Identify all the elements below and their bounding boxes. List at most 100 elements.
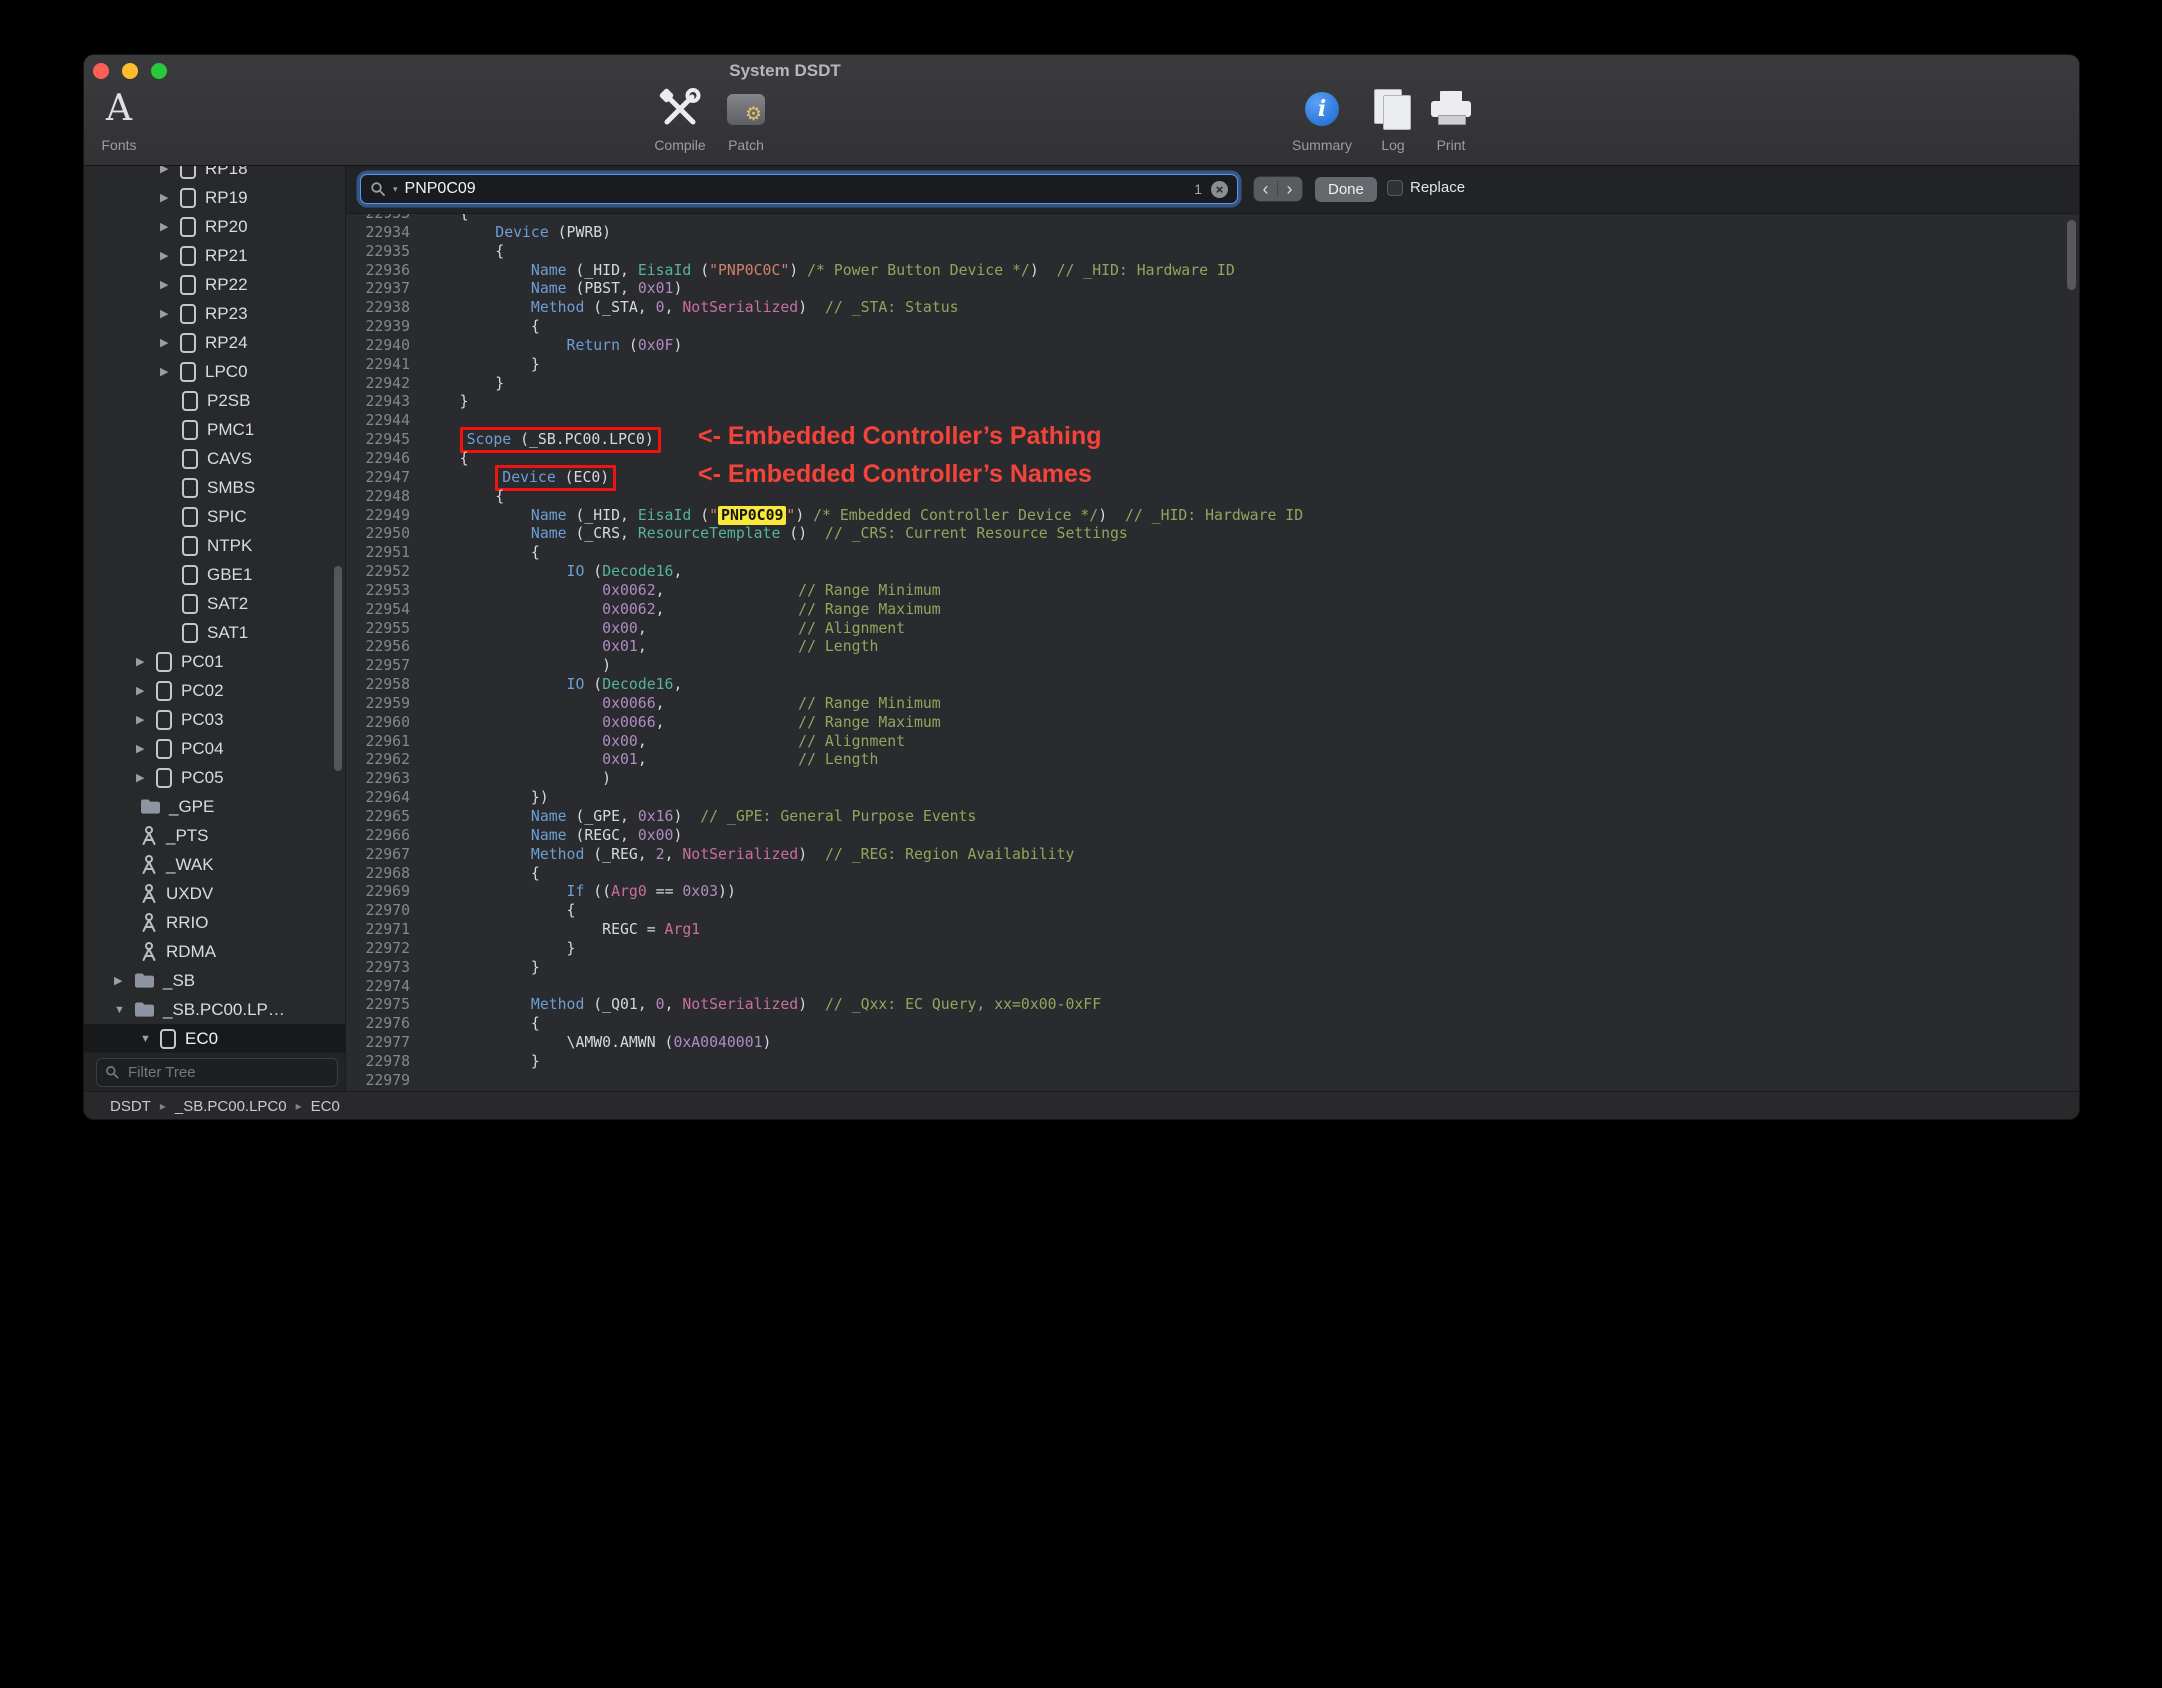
window-title: System DSDT — [729, 61, 841, 80]
chevron-right-icon[interactable]: ▶ — [136, 742, 156, 755]
search-icon — [371, 182, 385, 196]
search-menu-chevron-icon[interactable]: ▾ — [393, 184, 398, 195]
toolbar-label: Fonts — [101, 137, 137, 153]
folder-icon — [135, 1002, 154, 1017]
chevron-down-icon[interactable]: ▼ — [140, 1033, 160, 1045]
chevron-right-icon[interactable]: ▶ — [136, 713, 156, 726]
titlebar[interactable]: System DSDT A Fonts Compile ⚙ Patch i Su… — [84, 55, 2079, 166]
sidebar-item-rrio[interactable]: RRIO — [84, 908, 345, 937]
done-button[interactable]: Done — [1315, 177, 1377, 202]
sidebar-item-pc03[interactable]: ▶ PC03 — [84, 705, 345, 734]
sidebar-item-label: CAVS — [207, 448, 253, 468]
code-line: 22953 0x0062, // Range Minimum — [346, 582, 2079, 601]
sidebar-item-pc02[interactable]: ▶ PC02 — [84, 676, 345, 705]
sidebar-item-pc01[interactable]: ▶ PC01 — [84, 647, 345, 676]
chevron-down-icon[interactable]: ▼ — [114, 1004, 134, 1016]
folder-icon — [141, 799, 160, 814]
sidebar-item-sbpc00lp[interactable]: ▼ _SB.PC00.LP… — [84, 995, 345, 1024]
sidebar-item-rp21[interactable]: ▶ RP21 — [84, 241, 345, 270]
sidebar-item-rp24[interactable]: ▶ RP24 — [84, 328, 345, 357]
close-button[interactable] — [93, 63, 109, 79]
line-number: 22933 — [346, 214, 410, 224]
line-number: 22960 — [365, 713, 410, 731]
minimize-button[interactable] — [122, 63, 138, 79]
toolbar-print-button[interactable]: Print — [1416, 83, 1486, 153]
sidebar-scrollbar[interactable] — [334, 566, 342, 771]
chevron-right-icon[interactable]: ▶ — [160, 278, 180, 291]
chevron-right-icon[interactable]: ▶ — [160, 365, 180, 378]
breadcrumb-dsdt[interactable]: DSDT — [110, 1098, 151, 1115]
sidebar-item-ec0[interactable]: ▼ EC0 — [84, 1024, 345, 1053]
chevron-right-icon[interactable]: ▶ — [136, 655, 156, 668]
sidebar-item-label: PC04 — [181, 738, 224, 758]
chevron-right-icon[interactable]: ▶ — [160, 166, 180, 175]
chevron-right-icon[interactable]: ▶ — [160, 220, 180, 233]
search-input[interactable] — [402, 179, 1190, 199]
chevron-right-icon[interactable]: ▶ — [160, 307, 180, 320]
folder-icon — [135, 973, 154, 988]
sidebar-item-pmc1[interactable]: PMC1 — [84, 415, 345, 444]
chevron-right-icon[interactable]: ▶ — [114, 974, 134, 987]
filter-bar — [84, 1052, 345, 1091]
toolbar-label: Patch — [728, 137, 764, 153]
line-number: 22950 — [365, 525, 410, 543]
chevron-right-icon[interactable]: ▶ — [136, 771, 156, 784]
breadcrumb-scope[interactable]: _SB.PC00.LPC0 — [175, 1098, 287, 1115]
chevron-right-icon[interactable]: ▶ — [160, 336, 180, 349]
chevron-right-icon[interactable]: ▶ — [160, 191, 180, 204]
annotation-text: <- Embedded Controller’s Names — [698, 459, 1092, 488]
clear-search-icon[interactable]: × — [1211, 180, 1228, 198]
filter-tree-input[interactable] — [126, 1062, 329, 1082]
toolbar-patch-button[interactable]: ⚙ Patch — [711, 83, 781, 153]
sidebar-item-pc04[interactable]: ▶ PC04 — [84, 734, 345, 763]
line-number: 22945 — [365, 431, 410, 449]
editor-scrollbar[interactable] — [2067, 220, 2076, 290]
search-field[interactable]: ▾ 1 × — [360, 174, 1238, 204]
toolbar-summary-button[interactable]: i Summary — [1287, 83, 1357, 153]
sidebar-item-lpc0[interactable]: ▶ LPC0 — [84, 357, 345, 386]
sidebar-item-rp19[interactable]: ▶ RP19 — [84, 183, 345, 212]
breadcrumb-ec0[interactable]: EC0 — [311, 1098, 340, 1115]
toolbar-compile-button[interactable]: Compile — [645, 83, 715, 153]
document-icon — [182, 622, 198, 643]
line-number: 22954 — [365, 600, 410, 618]
sidebar-item-ntpk[interactable]: NTPK — [84, 531, 345, 560]
sidebar-item-sat2[interactable]: SAT2 — [84, 589, 345, 618]
sidebar-item-pc05[interactable]: ▶ PC05 — [84, 763, 345, 792]
sidebar-item-rp23[interactable]: ▶ RP23 — [84, 299, 345, 328]
line-number: 22963 — [365, 770, 410, 788]
toolbar-label: Summary — [1292, 137, 1352, 153]
code-line: 22975 Method (_Q01, 0, NotSerialized) //… — [346, 996, 2079, 1015]
find-next-button[interactable]: › — [1278, 177, 1301, 201]
line-number: 22935 — [365, 242, 410, 260]
zoom-button[interactable] — [151, 63, 167, 79]
toolbar-fonts-button[interactable]: A Fonts — [84, 83, 154, 154]
sidebar-item-smbs[interactable]: SMBS — [84, 473, 345, 502]
sidebar-item-sb[interactable]: ▶ _SB — [84, 966, 345, 995]
sidebar-item-pts[interactable]: _PTS — [84, 821, 345, 850]
chevron-right-icon[interactable]: ▶ — [136, 684, 156, 697]
sidebar-item-gpe[interactable]: _GPE — [84, 792, 345, 821]
sidebar-item-rp20[interactable]: ▶ RP20 — [84, 212, 345, 241]
line-number: 22939 — [365, 318, 410, 336]
line-number: 22973 — [365, 958, 410, 976]
find-previous-button[interactable]: ‹ — [1254, 177, 1277, 201]
find-prev-next-control: ‹ › — [1254, 177, 1302, 201]
sidebar-item-cavs[interactable]: CAVS — [84, 444, 345, 473]
code-line: 22948 { — [346, 488, 2079, 507]
sidebar-item-uxdv[interactable]: UXDV — [84, 879, 345, 908]
filter-tree-field[interactable] — [96, 1057, 338, 1087]
sidebar-item-rp22[interactable]: ▶ RP22 — [84, 270, 345, 299]
sidebar-item-sat1[interactable]: SAT1 — [84, 618, 345, 647]
document-icon — [160, 1028, 176, 1049]
sidebar-item-gbe1[interactable]: GBE1 — [84, 560, 345, 589]
sidebar-item-spic[interactable]: SPIC — [84, 502, 345, 531]
sidebar-item-wak[interactable]: _WAK — [84, 850, 345, 879]
sidebar-item-rdma[interactable]: RDMA — [84, 937, 345, 966]
code-editor[interactable]: 22933 {22934 Device (PWRB)22935 {22936 N… — [346, 214, 2079, 1091]
line-number: 22961 — [365, 732, 410, 750]
sidebar-item-rp18[interactable]: ▶ RP18 — [84, 166, 345, 183]
replace-checkbox[interactable] — [1387, 180, 1403, 196]
chevron-right-icon[interactable]: ▶ — [160, 249, 180, 262]
sidebar-item-p2sb[interactable]: P2SB — [84, 386, 345, 415]
